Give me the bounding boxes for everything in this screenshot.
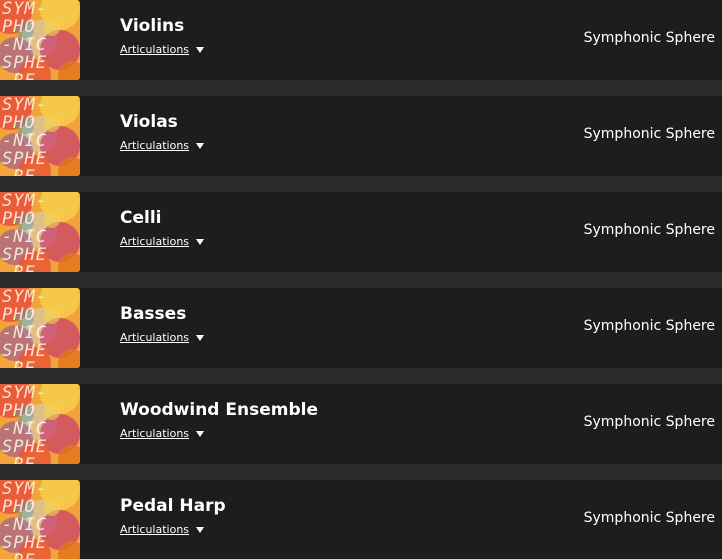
caret-down-icon[interactable] — [196, 46, 205, 53]
articulations-dropdown[interactable]: Articulations — [120, 523, 205, 536]
cover-art-lettering: SYM- PHO -NIC SPHE -RE — [2, 480, 47, 559]
instrument-row[interactable]: SYM- PHO -NIC SPHE -RE Pedal Harp Articula… — [0, 480, 722, 559]
instrument-title: Pedal Harp — [120, 496, 226, 516]
instrument-row[interactable]: SYM- PHO -NIC SPHE -RE Celli Articulations… — [0, 192, 722, 272]
publisher-name: Symphonic Sphere — [583, 318, 715, 334]
cover-art-thumbnail: SYM- PHO -NIC SPHE -RE — [0, 288, 80, 368]
articulations-label[interactable]: Articulations — [120, 523, 189, 536]
caret-down-icon[interactable] — [196, 526, 205, 533]
cover-art-thumbnail: SYM- PHO -NIC SPHE -RE — [0, 192, 80, 272]
articulations-dropdown[interactable]: Articulations — [120, 331, 205, 344]
articulations-dropdown[interactable]: Articulations — [120, 235, 205, 248]
cover-art-lettering: SYM- PHO -NIC SPHE -RE — [2, 288, 47, 368]
instrument-title: Basses — [120, 304, 187, 324]
publisher-name: Symphonic Sphere — [583, 510, 715, 526]
instrument-list: SYM- PHO -NIC SPHE -RE Violins Articulatio… — [0, 0, 722, 559]
cover-art-thumbnail: SYM- PHO -NIC SPHE -RE — [0, 0, 80, 80]
instrument-row[interactable]: SYM- PHO -NIC SPHE -RE Violas Articulation… — [0, 96, 722, 176]
publisher-name: Symphonic Sphere — [583, 126, 715, 142]
articulations-label[interactable]: Articulations — [120, 235, 189, 248]
instrument-row[interactable]: SYM- PHO -NIC SPHE -RE Basses Articulation… — [0, 288, 722, 368]
articulations-label[interactable]: Articulations — [120, 43, 189, 56]
articulations-dropdown[interactable]: Articulations — [120, 139, 205, 152]
articulations-label[interactable]: Articulations — [120, 139, 189, 152]
cover-art-lettering: SYM- PHO -NIC SPHE -RE — [2, 96, 47, 176]
articulations-label[interactable]: Articulations — [120, 331, 189, 344]
cover-art-thumbnail: SYM- PHO -NIC SPHE -RE — [0, 384, 80, 464]
publisher-name: Symphonic Sphere — [583, 30, 715, 46]
instrument-row[interactable]: SYM- PHO -NIC SPHE -RE Violins Articulatio… — [0, 0, 722, 80]
publisher-name: Symphonic Sphere — [583, 414, 715, 430]
caret-down-icon[interactable] — [196, 238, 205, 245]
caret-down-icon[interactable] — [196, 430, 205, 437]
instrument-title: Violins — [120, 16, 185, 36]
caret-down-icon[interactable] — [196, 334, 205, 341]
instrument-title: Woodwind Ensemble — [120, 400, 318, 420]
cover-art-lettering: SYM- PHO -NIC SPHE -RE — [2, 384, 47, 464]
cover-art-lettering: SYM- PHO -NIC SPHE -RE — [2, 192, 47, 272]
caret-down-icon[interactable] — [196, 142, 205, 149]
cover-art-lettering: SYM- PHO -NIC SPHE -RE — [2, 0, 47, 80]
articulations-label[interactable]: Articulations — [120, 427, 189, 440]
instrument-title: Celli — [120, 208, 162, 228]
instrument-row[interactable]: SYM- PHO -NIC SPHE -RE Woodwind Ensemble A… — [0, 384, 722, 464]
cover-art-thumbnail: SYM- PHO -NIC SPHE -RE — [0, 96, 80, 176]
cover-art-thumbnail: SYM- PHO -NIC SPHE -RE — [0, 480, 80, 559]
articulations-dropdown[interactable]: Articulations — [120, 427, 205, 440]
articulations-dropdown[interactable]: Articulations — [120, 43, 205, 56]
publisher-name: Symphonic Sphere — [583, 222, 715, 238]
instrument-title: Violas — [120, 112, 178, 132]
